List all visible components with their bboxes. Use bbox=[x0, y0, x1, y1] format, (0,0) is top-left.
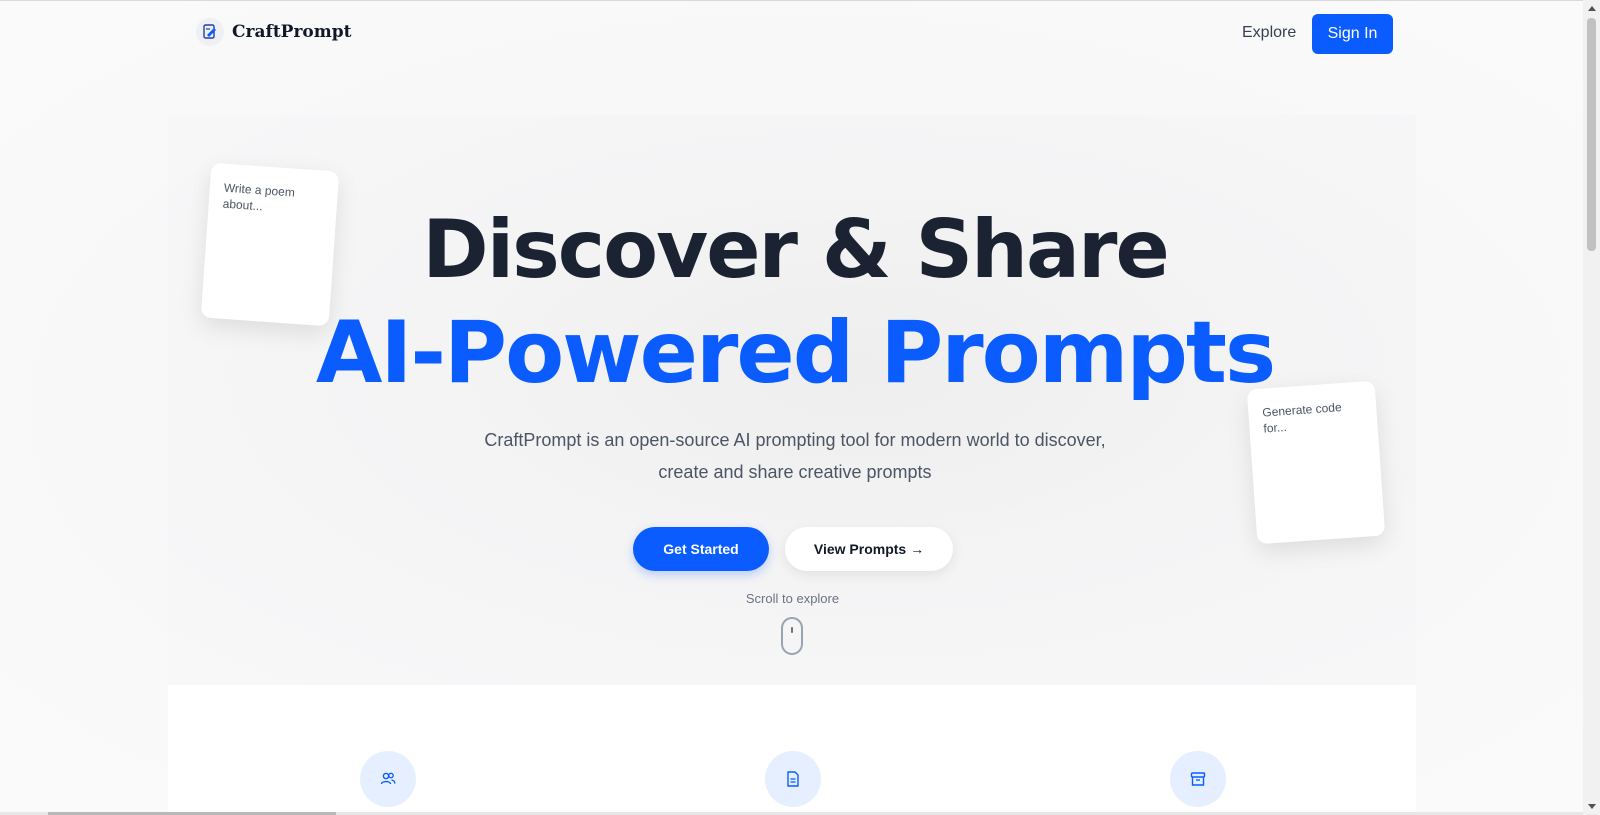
hero-description: CraftPrompt is an open-source AI prompti… bbox=[484, 430, 1106, 482]
get-started-button[interactable]: Get Started bbox=[633, 527, 769, 571]
users-icon bbox=[360, 751, 416, 807]
scroll-hint: Scroll to explore bbox=[745, 591, 840, 606]
view-prompts-button[interactable]: View Prompts → bbox=[785, 527, 953, 571]
archive-icon bbox=[1170, 751, 1226, 807]
scrollbar-thumb[interactable] bbox=[1587, 18, 1596, 251]
explore-link[interactable]: Explore bbox=[1242, 24, 1296, 42]
navbar: CraftPrompt Explore Sign In bbox=[0, 0, 1583, 68]
brand-name: CraftPrompt bbox=[232, 22, 352, 42]
mouse-scroll-icon bbox=[781, 617, 803, 655]
scroll-up-arrow-icon[interactable] bbox=[1588, 6, 1596, 11]
features-section bbox=[168, 685, 1416, 815]
scroll-down-arrow-icon[interactable] bbox=[1588, 804, 1596, 809]
page-viewport: CraftPrompt Explore Sign In Write a poem… bbox=[0, 0, 1600, 815]
hero-title-line2: AI-Powered Prompts bbox=[315, 303, 1276, 403]
mouse-wheel bbox=[791, 627, 793, 633]
hero-title-line1: Discover & Share bbox=[422, 203, 1169, 296]
sign-in-button[interactable]: Sign In bbox=[1312, 14, 1393, 54]
vertical-scrollbar[interactable] bbox=[1583, 0, 1600, 815]
prompt-card-code: Generate code for... bbox=[1246, 380, 1386, 545]
brand[interactable]: CraftPrompt bbox=[196, 18, 351, 46]
prompt-card-text: Generate code for... bbox=[1261, 400, 1343, 436]
pen-note-icon bbox=[196, 18, 224, 46]
document-icon bbox=[765, 751, 821, 807]
